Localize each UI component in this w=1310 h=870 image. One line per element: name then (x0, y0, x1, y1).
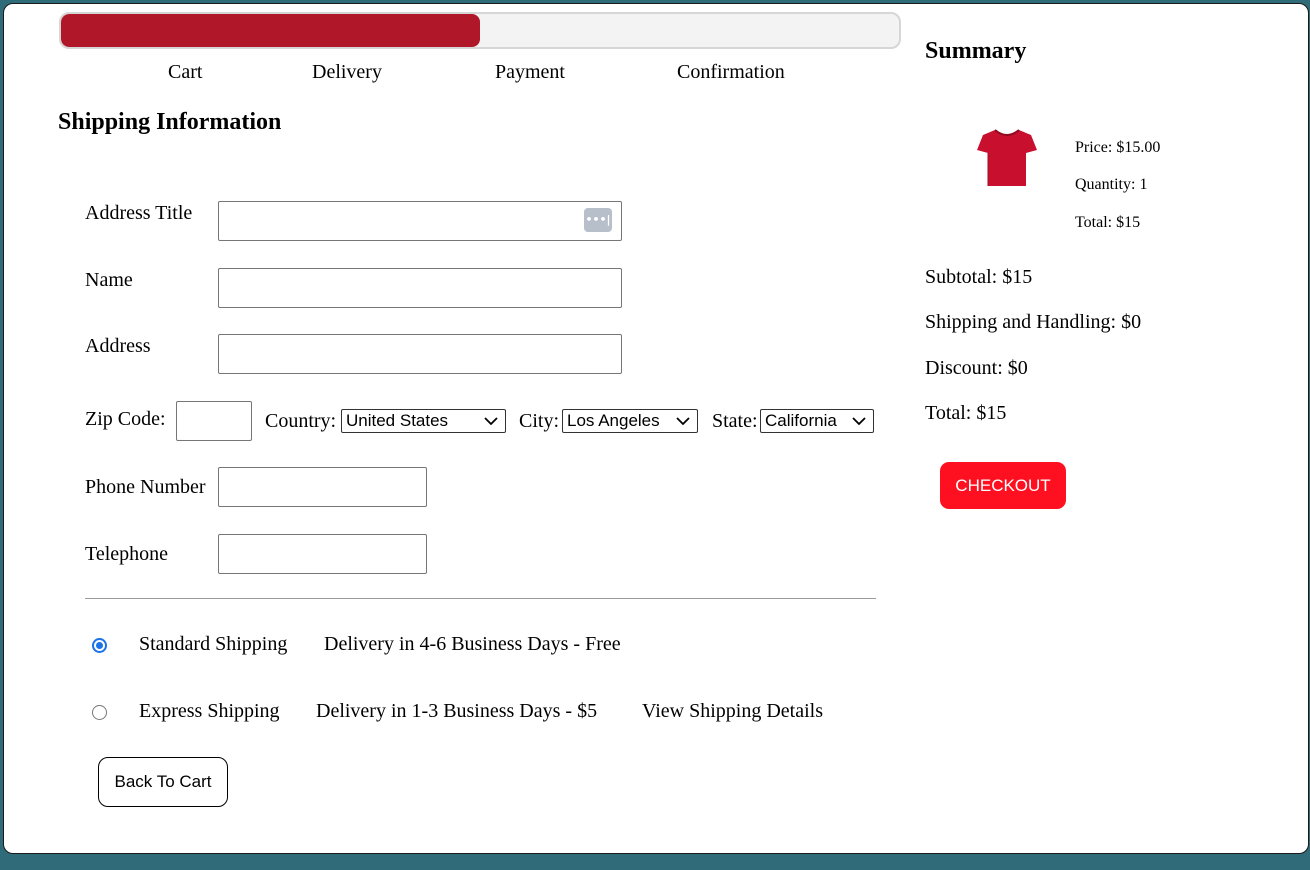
telephone-input[interactable] (218, 534, 427, 574)
step-cart[interactable]: Cart (168, 61, 202, 84)
standard-shipping-label[interactable]: Standard Shipping (139, 633, 287, 656)
telephone-label: Telephone (85, 543, 169, 565)
discount: Discount: $0 (925, 357, 1028, 379)
phone-label: Phone Number (85, 476, 206, 498)
address-title-wrapper: •••| (218, 201, 622, 241)
checkout-button[interactable]: CHECKOUT (940, 462, 1066, 509)
country-selected: United States (346, 411, 449, 430)
item-quantity: Quantity: 1 (1075, 176, 1148, 193)
checkout-window: Cart Delivery Payment Confirmation Shipp… (3, 3, 1309, 854)
step-payment[interactable]: Payment (495, 61, 565, 84)
standard-shipping-radio[interactable] (92, 638, 107, 653)
password-manager-icon[interactable]: •••| (584, 208, 612, 232)
zip-input[interactable] (176, 401, 252, 441)
chevron-down-icon (852, 417, 866, 426)
country-select[interactable]: United States (341, 409, 506, 433)
item-price: Price: $15.00 (1075, 139, 1161, 156)
divider (85, 598, 876, 599)
phone-input[interactable] (218, 467, 427, 507)
progress-bar (59, 12, 901, 49)
city-selected: Los Angeles (567, 411, 660, 430)
view-shipping-details-link[interactable]: View Shipping Details (642, 700, 823, 723)
progress-bar-fill (61, 14, 480, 47)
chevron-down-icon (484, 417, 498, 426)
subtotal: Subtotal: $15 (925, 266, 1033, 288)
item-total: Total: $15 (1075, 214, 1141, 231)
express-shipping-desc: Delivery in 1-3 Business Days - $5 (316, 700, 598, 722)
city-label: City: (519, 410, 560, 432)
step-delivery[interactable]: Delivery (312, 61, 382, 84)
step-confirmation[interactable]: Confirmation (677, 61, 785, 84)
standard-shipping-desc: Delivery in 4-6 Business Days - Free (324, 633, 621, 655)
zip-label: Zip Code: (85, 408, 166, 430)
address-title-label: Address Title (85, 202, 193, 224)
city-select[interactable]: Los Angeles (562, 409, 698, 433)
state-select[interactable]: California (760, 409, 874, 433)
country-label: Country: (265, 410, 337, 432)
name-input[interactable] (218, 268, 622, 308)
state-label: State: (712, 410, 758, 432)
address-input[interactable] (218, 334, 622, 374)
state-selected: California (765, 411, 837, 430)
summary-total: Total: $15 (925, 402, 1007, 424)
express-shipping-radio[interactable] (92, 705, 107, 720)
address-title-input[interactable] (218, 201, 622, 241)
express-shipping-label[interactable]: Express Shipping (139, 700, 280, 723)
chevron-down-icon (676, 417, 690, 426)
back-to-cart-button[interactable]: Back To Cart (98, 757, 228, 807)
tshirt-image (977, 129, 1037, 186)
shipping-handling: Shipping and Handling: $0 (925, 311, 1142, 333)
shipping-title: Shipping Information (58, 109, 282, 135)
summary-title: Summary (925, 38, 1027, 64)
name-label: Name (85, 269, 133, 291)
address-label: Address (85, 335, 151, 357)
